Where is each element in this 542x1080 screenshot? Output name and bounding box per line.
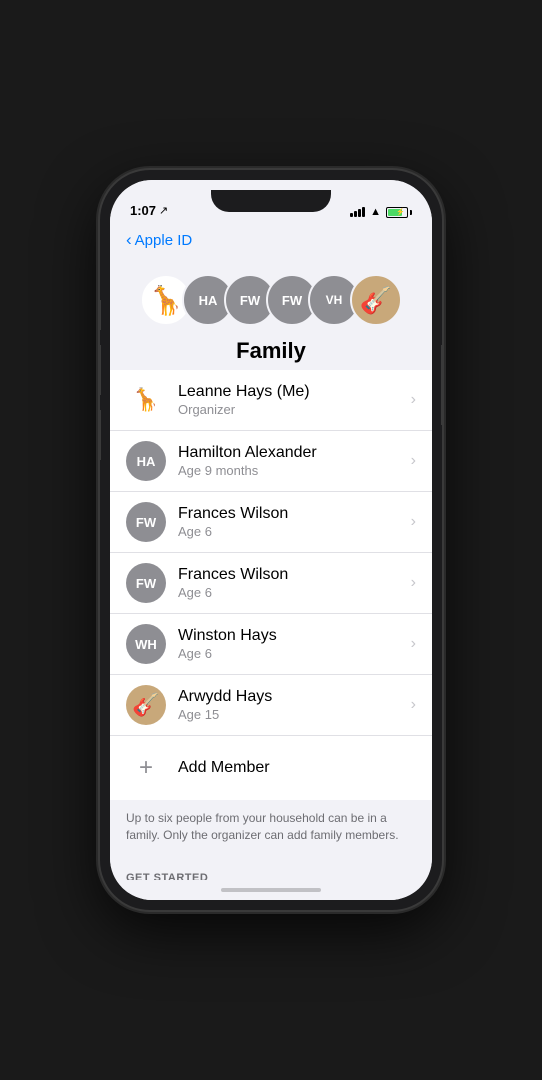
member-frances2-name: Frances Wilson <box>178 566 411 584</box>
member-winston-sub: Age 6 <box>178 646 411 661</box>
avatar-frances2-list: FW <box>126 563 166 603</box>
avatar-leanne-list: 🦒 <box>126 380 166 420</box>
wifi-icon: ▲ <box>370 206 381 218</box>
location-arrow-icon: ↗ <box>159 204 168 217</box>
member-frances2-sub: Age 6 <box>178 585 411 600</box>
member-leanne-text: Leanne Hays (Me) Organizer <box>178 383 411 417</box>
chevron-right-icon: › <box>411 452 416 470</box>
content-scroll[interactable]: ‹ Apple ID 🦒 HA FW FW VH 🎸 Family <box>110 224 432 880</box>
avatar-hamilton-list: HA <box>126 441 166 481</box>
info-text: Up to six people from your household can… <box>110 800 432 854</box>
signal-icon <box>350 207 365 217</box>
member-hamilton[interactable]: HA Hamilton Alexander Age 9 months › <box>110 431 432 492</box>
status-time: 1:07 <box>130 203 156 218</box>
member-arwydd[interactable]: 🎸 Arwydd Hays Age 15 › <box>110 675 432 735</box>
avatar-row: 🦒 HA FW FW VH 🎸 <box>140 274 402 326</box>
avatar-arwydd-list: 🎸 <box>126 685 166 725</box>
avatar-strip: 🦒 HA FW FW VH 🎸 <box>110 258 432 326</box>
member-frances2-text: Frances Wilson Age 6 <box>178 566 411 600</box>
chevron-right-icon: › <box>411 513 416 531</box>
battery-icon: ⚡ <box>386 207 412 218</box>
nav-bar: ‹ Apple ID <box>110 224 432 258</box>
member-arwydd-text: Arwydd Hays Age 15 <box>178 688 411 722</box>
member-frances1-text: Frances Wilson Age 6 <box>178 505 411 539</box>
chevron-right-icon: › <box>411 696 416 714</box>
page-title: Family <box>110 326 432 370</box>
add-member-label: Add Member <box>178 759 270 777</box>
member-leanne-name: Leanne Hays (Me) <box>178 383 411 401</box>
home-bar <box>221 888 321 892</box>
member-frances2[interactable]: FW Frances Wilson Age 6 › <box>110 553 432 614</box>
volume-down-button <box>100 410 101 460</box>
phone-frame: 1:07 ↗ ▲ ⚡ <box>100 170 442 910</box>
member-leanne-sub: Organizer <box>178 402 411 417</box>
chevron-right-icon: › <box>411 391 416 409</box>
plus-icon: + <box>126 748 166 788</box>
back-chevron-icon: ‹ <box>126 230 132 250</box>
back-button[interactable]: ‹ Apple ID <box>126 230 192 250</box>
member-winston[interactable]: WH Winston Hays Age 6 › <box>110 614 432 675</box>
silent-switch <box>100 300 101 330</box>
status-icons: ▲ ⚡ <box>350 206 412 218</box>
member-leanne[interactable]: 🦒 Leanne Hays (Me) Organizer › <box>110 370 432 431</box>
chevron-right-icon: › <box>411 635 416 653</box>
home-indicator[interactable] <box>110 880 432 900</box>
avatar-winston-list: WH <box>126 624 166 664</box>
member-arwydd-sub: Age 15 <box>178 707 411 722</box>
avatar-arwydd[interactable]: 🎸 <box>350 274 402 326</box>
member-arwydd-name: Arwydd Hays <box>178 688 411 706</box>
member-frances1[interactable]: FW Frances Wilson Age 6 › <box>110 492 432 553</box>
member-winston-name: Winston Hays <box>178 627 411 645</box>
member-hamilton-sub: Age 9 months <box>178 463 411 478</box>
member-list: 🦒 Leanne Hays (Me) Organizer › HA Hamilt… <box>110 370 432 735</box>
member-frances1-name: Frances Wilson <box>178 505 411 523</box>
get-started-header: GET STARTED <box>110 854 432 880</box>
notch <box>211 190 331 212</box>
phone-screen: 1:07 ↗ ▲ ⚡ <box>110 180 432 900</box>
back-label: Apple ID <box>135 232 193 249</box>
member-frances1-sub: Age 6 <box>178 524 411 539</box>
member-winston-text: Winston Hays Age 6 <box>178 627 411 661</box>
power-button <box>441 345 442 425</box>
chevron-right-icon: › <box>411 574 416 592</box>
avatar-frances1-list: FW <box>126 502 166 542</box>
volume-up-button <box>100 345 101 395</box>
add-member-section: + Add Member <box>110 735 432 800</box>
add-member-button[interactable]: + Add Member <box>110 736 432 800</box>
member-hamilton-text: Hamilton Alexander Age 9 months <box>178 444 411 478</box>
member-hamilton-name: Hamilton Alexander <box>178 444 411 462</box>
